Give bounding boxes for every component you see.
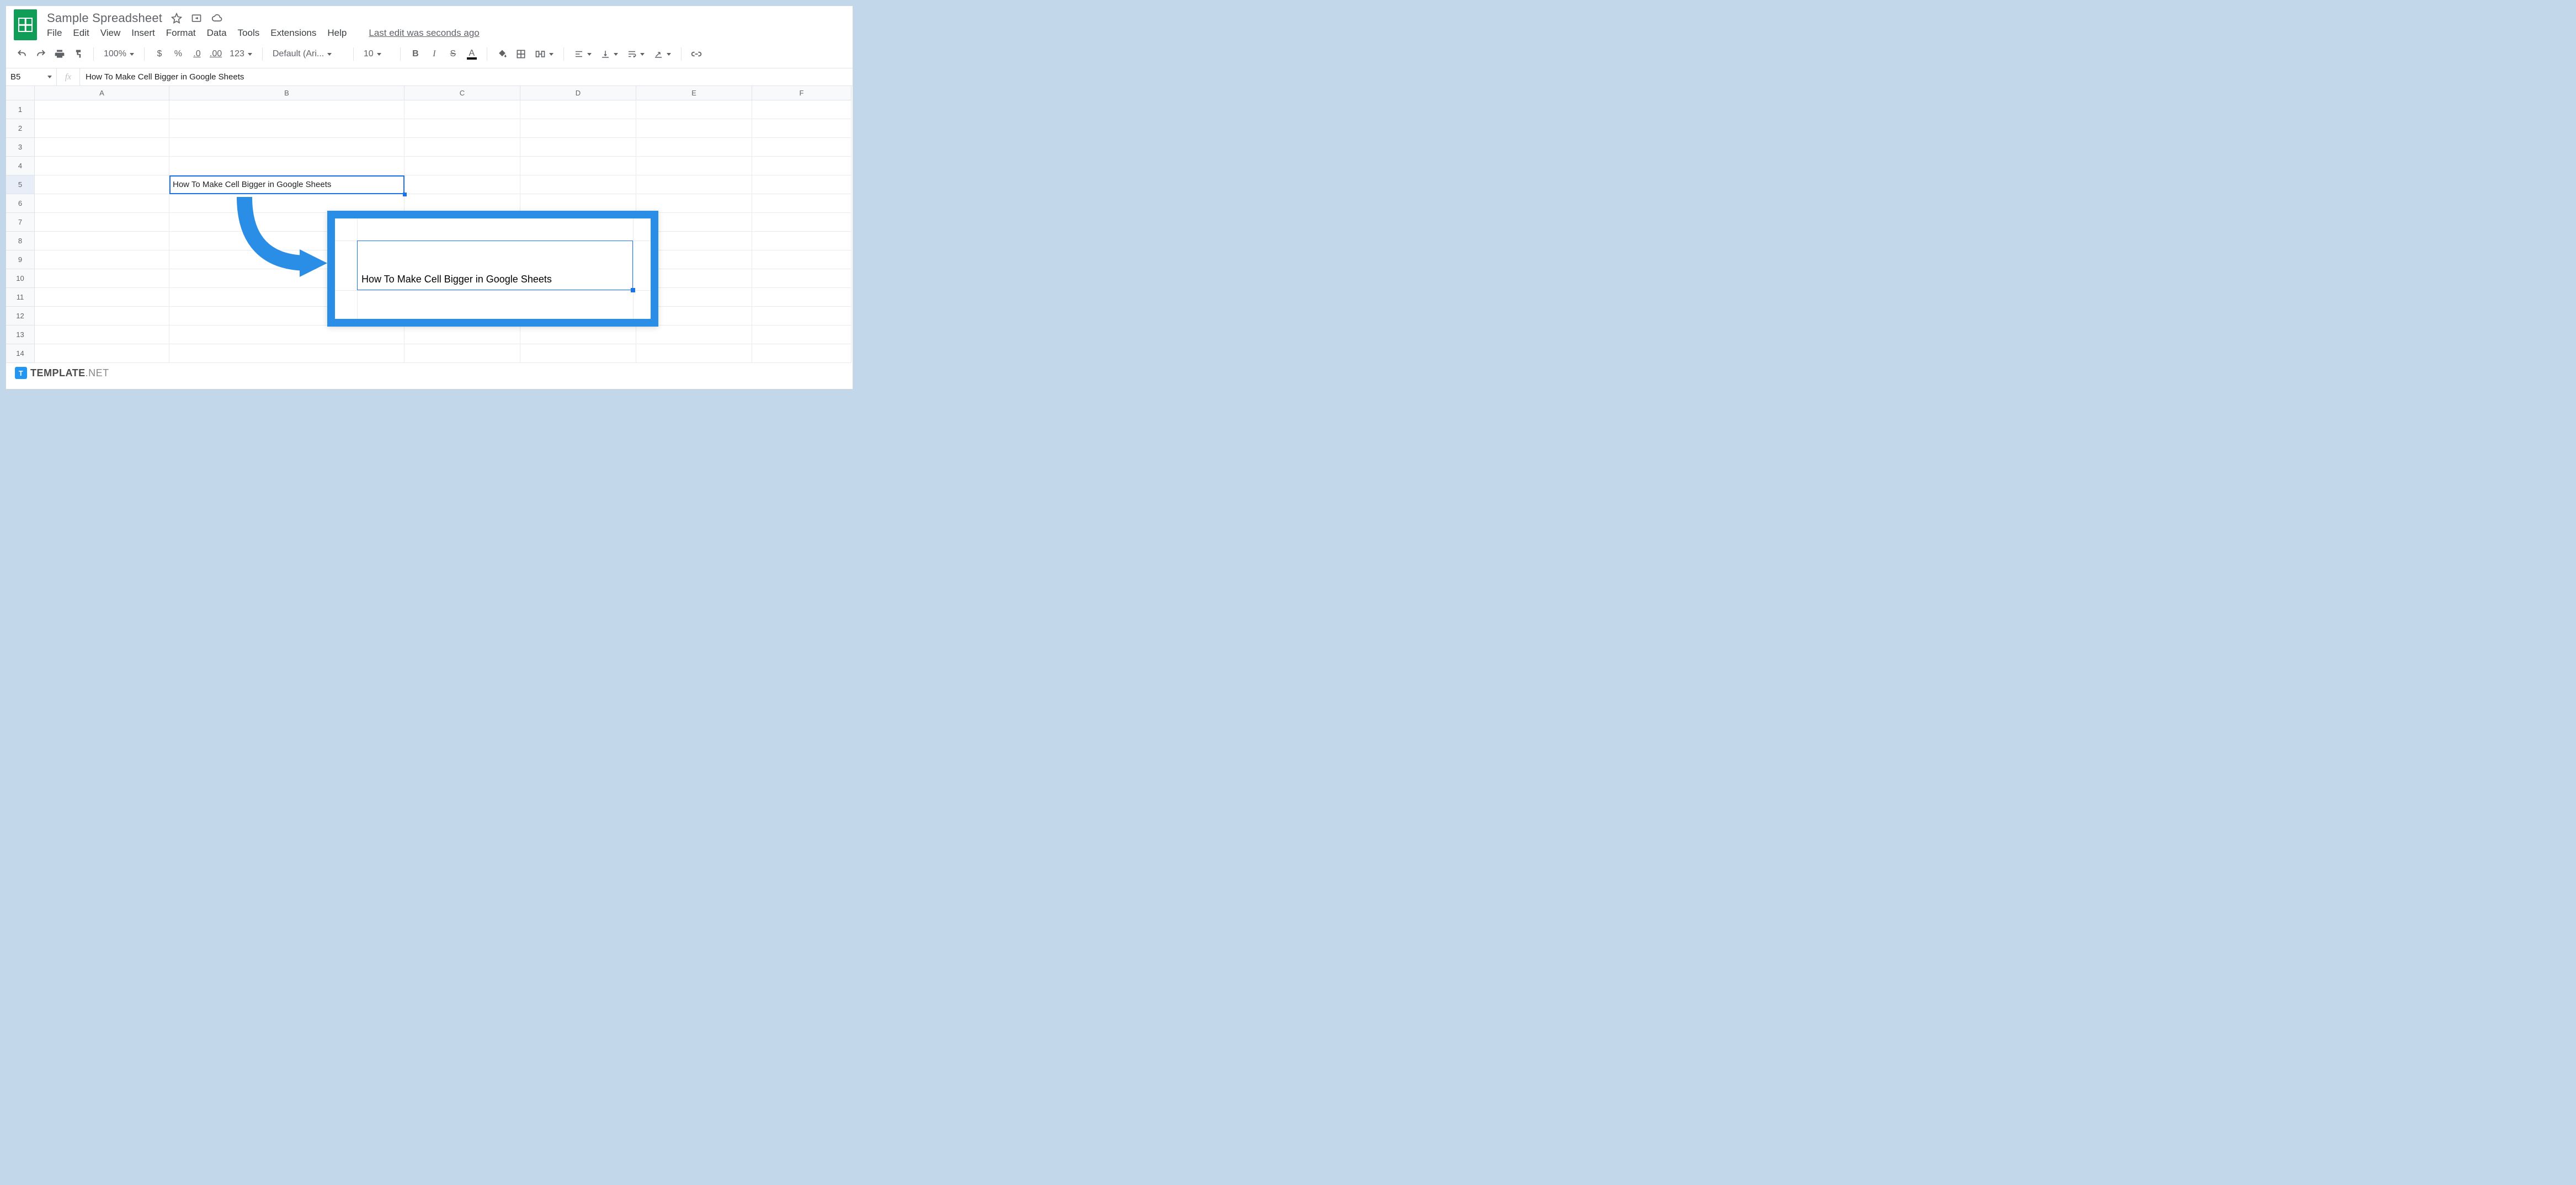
titlebar: Sample Spreadsheet File Edit View Insert…	[6, 6, 853, 40]
row-header[interactable]: 3	[6, 138, 35, 157]
formula-bar: B5 fx How To Make Cell Bigger in Google …	[6, 68, 853, 86]
row-header[interactable]: 11	[6, 288, 35, 307]
row-header[interactable]: 14	[6, 344, 35, 363]
row-header[interactable]: 8	[6, 232, 35, 250]
toolbar: 100% $ % .0 .00 123 Default (Ari... 10 B…	[6, 40, 853, 68]
watermark: T TEMPLATE.NET	[15, 367, 109, 379]
inset-cell-text: How To Make Cell Bigger in Google Sheets	[361, 274, 552, 285]
text-rotation-dropdown[interactable]	[650, 49, 674, 59]
row-header[interactable]: 4	[6, 157, 35, 175]
row-header[interactable]: 10	[6, 269, 35, 288]
menu-format[interactable]: Format	[166, 28, 196, 39]
increase-decimal-button[interactable]: .00	[207, 46, 224, 62]
decrease-decimal-button[interactable]: .0	[189, 46, 205, 62]
menu-insert[interactable]: Insert	[131, 28, 155, 39]
fill-color-button[interactable]	[494, 46, 510, 62]
watermark-icon: T	[15, 367, 27, 379]
menu-edit[interactable]: Edit	[73, 28, 89, 39]
separator	[144, 47, 145, 61]
cloud-icon[interactable]	[211, 13, 223, 24]
selection-handle[interactable]	[403, 193, 407, 196]
move-icon[interactable]	[191, 13, 202, 24]
menu-file[interactable]: File	[47, 28, 62, 39]
app-window: Sample Spreadsheet File Edit View Insert…	[6, 6, 853, 389]
annotation-inset: How To Make Cell Bigger in Google Sheets	[327, 211, 658, 327]
borders-button[interactable]	[513, 46, 529, 62]
row-headers: 1 2 3 4 5 6 7 8 9 10 11 12 13 14	[6, 100, 35, 363]
sheets-logo-icon	[18, 18, 33, 32]
col-header[interactable]: A	[35, 86, 169, 100]
name-box[interactable]: B5	[6, 68, 57, 86]
select-all-corner[interactable]	[6, 86, 35, 100]
column-headers: A B C D E F	[35, 86, 851, 100]
text-color-button[interactable]: A	[464, 46, 480, 62]
col-header[interactable]: D	[520, 86, 636, 100]
menubar: File Edit View Insert Format Data Tools …	[47, 26, 480, 39]
row-header[interactable]: 13	[6, 325, 35, 344]
sheets-logo[interactable]	[14, 9, 37, 40]
row-header[interactable]: 7	[6, 213, 35, 232]
cells-area[interactable]: How To Make Cell Bigger in Google Sheets	[35, 100, 853, 363]
col-header[interactable]: E	[636, 86, 752, 100]
row-header[interactable]: 1	[6, 100, 35, 119]
inset-selection-handle	[631, 288, 635, 292]
row-header[interactable]: 9	[6, 250, 35, 269]
paint-format-button[interactable]	[70, 46, 87, 62]
formula-input[interactable]: How To Make Cell Bigger in Google Sheets	[80, 72, 853, 82]
separator	[353, 47, 354, 61]
vertical-align-dropdown[interactable]	[597, 49, 621, 59]
zoom-dropdown[interactable]: 100%	[100, 49, 137, 59]
menu-view[interactable]: View	[100, 28, 121, 39]
star-icon[interactable]	[171, 13, 182, 24]
fx-icon: fx	[57, 68, 80, 86]
row-header[interactable]: 12	[6, 307, 35, 325]
number-format-dropdown[interactable]: 123	[226, 49, 256, 59]
separator	[262, 47, 263, 61]
col-header[interactable]: F	[752, 86, 851, 100]
insert-link-button[interactable]	[688, 46, 705, 62]
last-edit-link[interactable]: Last edit was seconds ago	[369, 28, 479, 39]
menu-help[interactable]: Help	[327, 28, 347, 39]
row-header[interactable]: 2	[6, 119, 35, 138]
col-header[interactable]: C	[405, 86, 520, 100]
separator	[93, 47, 94, 61]
separator	[563, 47, 564, 61]
text-wrap-dropdown[interactable]	[624, 49, 648, 59]
percent-button[interactable]: %	[170, 46, 187, 62]
cell-b5-text: How To Make Cell Bigger in Google Sheets	[173, 180, 331, 189]
row-header[interactable]: 5	[6, 175, 35, 194]
spreadsheet-grid: A B C D E F 1 2 3 4 5 6 7 8 9 10 11 12	[6, 86, 853, 363]
undo-button[interactable]	[14, 46, 30, 62]
font-dropdown[interactable]: Default (Ari...	[269, 49, 347, 59]
print-button[interactable]	[51, 46, 68, 62]
horizontal-align-dropdown[interactable]	[571, 49, 595, 59]
merge-cells-dropdown[interactable]	[531, 49, 557, 60]
bold-button[interactable]: B	[407, 46, 424, 62]
document-title[interactable]: Sample Spreadsheet	[47, 11, 162, 25]
annotation-arrow-icon	[211, 197, 333, 285]
col-header[interactable]: B	[169, 86, 405, 100]
redo-button[interactable]	[33, 46, 49, 62]
separator	[681, 47, 682, 61]
strikethrough-button[interactable]: S	[445, 46, 461, 62]
menu-tools[interactable]: Tools	[238, 28, 260, 39]
row-header[interactable]: 6	[6, 194, 35, 213]
menu-extensions[interactable]: Extensions	[270, 28, 316, 39]
font-size-dropdown[interactable]: 10	[360, 49, 393, 59]
separator	[400, 47, 401, 61]
menu-data[interactable]: Data	[207, 28, 227, 39]
currency-button[interactable]: $	[151, 46, 168, 62]
italic-button[interactable]: I	[426, 46, 443, 62]
